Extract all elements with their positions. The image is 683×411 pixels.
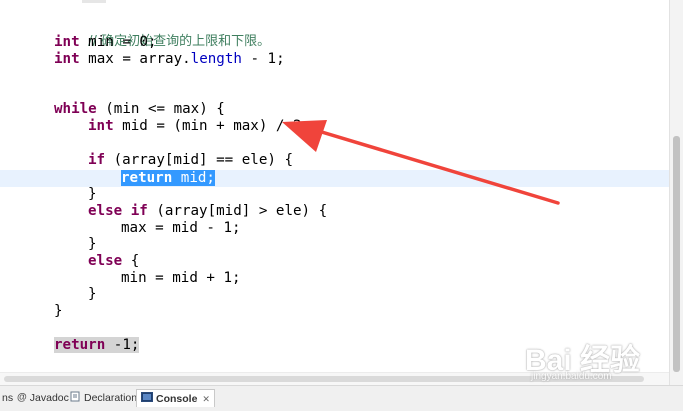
code-text: max = array.	[79, 51, 191, 67]
code-line-return-neg: return -1;	[54, 337, 140, 354]
keyword: return	[54, 337, 106, 353]
current-line-highlight	[0, 170, 670, 187]
code-line-close-brace: }	[88, 236, 97, 252]
occurrence-highlight: return -1;	[54, 337, 140, 353]
keyword: int	[88, 118, 114, 134]
tab-console[interactable]: Console ✕	[136, 389, 215, 407]
code-line-min-assign: min = mid + 1;	[121, 270, 241, 286]
editor-top-marker	[82, 0, 106, 3]
console-icon	[141, 391, 153, 406]
code-line-comment: // 确定初始查询的上限和下限。	[54, 16, 270, 49]
code-text: mid = (min + max) / 2;	[113, 118, 311, 134]
selected-text[interactable]: return mid;	[121, 170, 215, 186]
tab-declaration[interactable]: Declaration	[66, 389, 141, 407]
code-text: (array[mid] == ele) {	[105, 152, 294, 168]
keyword: int	[54, 51, 80, 67]
code-text: mid;	[172, 170, 215, 186]
watermark-logo: Bai 经验 jingyan.baidu.com	[525, 335, 675, 385]
code-editor[interactable]: // 确定初始查询的上限和下限。 int min = 0; int max = …	[0, 0, 670, 385]
keyword: if	[88, 152, 106, 168]
code-line-min-decl: int min = 0;	[54, 34, 157, 51]
code-text: - 1;	[241, 51, 285, 67]
code-line-while: while (min <= max) {	[54, 101, 225, 118]
code-text: min = 0;	[79, 34, 157, 50]
tab-label: Javadoc	[29, 392, 69, 404]
code-text: -1;	[105, 337, 140, 353]
code-line-close-brace: }	[88, 186, 97, 202]
code-text: (min <= max) {	[96, 101, 225, 117]
code-line-if: if (array[mid] == ele) {	[88, 152, 293, 169]
code-line-return-mid: return mid;	[121, 170, 215, 187]
declaration-icon	[70, 391, 81, 405]
vertical-scrollbar[interactable]	[669, 0, 683, 385]
tab-javadoc[interactable]: @ Javadoc	[13, 389, 73, 407]
keyword: else	[88, 253, 123, 269]
code-text: {	[122, 253, 140, 269]
keyword: while	[54, 101, 97, 117]
code-line-max-assign: max = mid - 1;	[121, 220, 241, 236]
code-line-else: else {	[88, 253, 139, 270]
code-text: (array[mid] > ele) {	[147, 203, 328, 219]
keyword: if	[130, 203, 148, 219]
keyword: else	[88, 203, 123, 219]
tab-label: ns	[2, 392, 14, 404]
keyword: int	[54, 34, 80, 50]
code-line-close-brace: }	[88, 286, 97, 302]
tab-label: Console	[156, 392, 198, 405]
code-line-max-decl: int max = array.length - 1;	[54, 51, 285, 68]
bottom-view-tabbar: ns @ Javadoc Declaration Console ✕	[0, 385, 683, 411]
keyword: return	[121, 170, 173, 186]
code-line-else-if: else if (array[mid] > ele) {	[88, 203, 327, 220]
close-icon[interactable]: ✕	[202, 390, 210, 408]
javadoc-icon: @	[17, 392, 27, 403]
watermark-subtext: jingyan.baidu.com	[531, 371, 612, 382]
field-reference: length	[190, 51, 242, 67]
code-line-mid-decl: int mid = (min + max) / 2;	[88, 118, 310, 135]
code-line-close-brace: }	[54, 303, 63, 319]
tab-label: Declaration	[84, 392, 138, 404]
